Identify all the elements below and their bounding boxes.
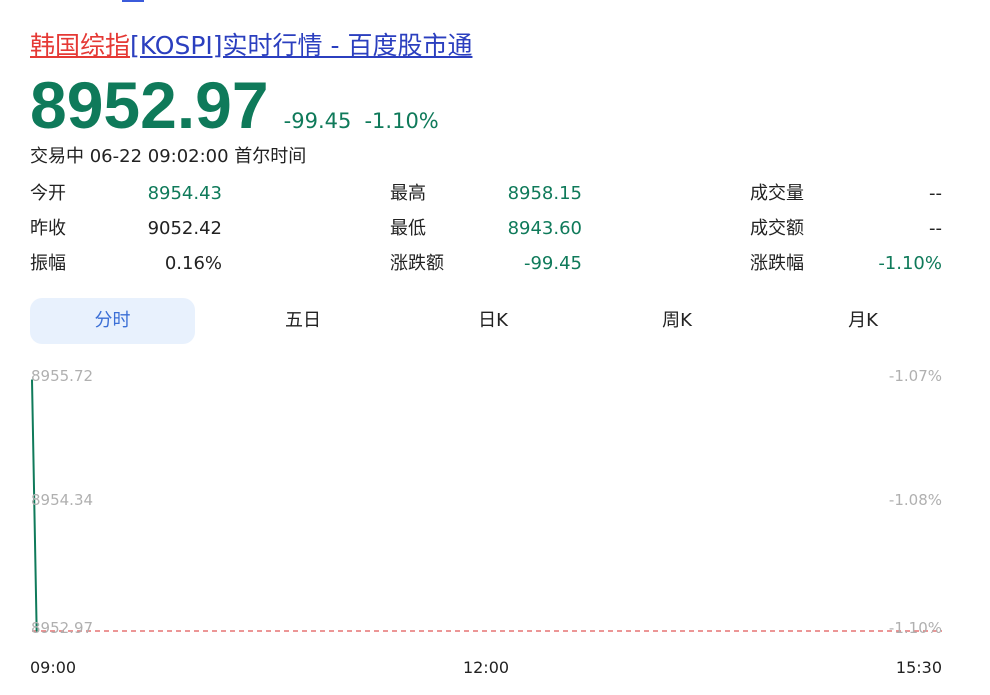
stats-grid: 今开 8954.43 最高 8958.15 成交量 -- 昨收 9052.42 … (30, 180, 942, 285)
stat-value: -1.10% (878, 253, 942, 274)
stat-label: 振幅 (30, 253, 66, 274)
stat-value: 0.16% (164, 253, 222, 274)
chart-period-tabs: 分时 五日 日K 周K 月K (30, 298, 942, 344)
y-pct-tick-label: -1.07% (889, 367, 942, 385)
stat-value: -99.45 (523, 253, 582, 274)
price-change-pct: -1.10% (364, 109, 439, 133)
y-tick-label: 8954.34 (31, 491, 93, 509)
stat-label: 成交额 (750, 218, 804, 239)
current-price: 8952.97 (30, 68, 269, 142)
tab-monthly-k[interactable]: 月K (772, 298, 954, 344)
trading-status: 交易中 06-22 09:02:00 首尔时间 (30, 146, 307, 167)
stats-row: 今开 8954.43 最高 8958.15 成交量 -- (30, 180, 942, 215)
stat-label: 成交量 (750, 183, 804, 204)
top-accent-mark (122, 0, 144, 2)
page-title[interactable]: 韩国综指[KOSPI]实时行情 - 百度股市通 (30, 28, 472, 64)
title-suffix[interactable]: [KOSPI]实时行情 - 百度股市通 (130, 31, 472, 60)
stat-label: 涨跌幅 (750, 253, 804, 274)
tab-daily-k[interactable]: 日K (402, 298, 584, 344)
intraday-chart[interactable]: 8955.72 8954.34 8952.97 -1.07% -1.08% -1… (0, 360, 990, 695)
tab-five-day[interactable]: 五日 (212, 298, 394, 344)
stat-value: -- (929, 183, 942, 204)
y-pct-tick-label: -1.10% (889, 619, 942, 637)
stats-row: 振幅 0.16% 涨跌额 -99.45 涨跌幅 -1.10% (30, 250, 942, 285)
stat-value: 8954.43 (147, 183, 222, 204)
y-pct-tick-label: -1.08% (889, 491, 942, 509)
x-tick-label: 15:30 (896, 658, 942, 677)
stat-label: 最高 (390, 183, 426, 204)
x-tick-label: 12:00 (463, 658, 509, 677)
stats-row: 昨收 9052.42 最低 8943.60 成交额 -- (30, 215, 942, 250)
stat-value: -- (929, 218, 942, 239)
tab-weekly-k[interactable]: 周K (586, 298, 768, 344)
stat-label: 最低 (390, 218, 426, 239)
stat-value: 8958.15 (507, 183, 582, 204)
y-tick-label: 8952.97 (31, 619, 93, 637)
tab-intraday[interactable]: 分时 (30, 298, 195, 344)
price-change: -99.45 (283, 109, 352, 133)
stat-label: 今开 (30, 183, 66, 204)
stat-label: 涨跌额 (390, 253, 444, 274)
stat-label: 昨收 (30, 218, 66, 239)
y-tick-label: 8955.72 (31, 367, 93, 385)
price-row: 8952.97 -99.45 -1.10% (30, 70, 439, 140)
x-tick-label: 09:00 (30, 658, 76, 677)
stat-value: 8943.60 (507, 218, 582, 239)
title-index-name[interactable]: 韩国综指 (30, 31, 130, 60)
stat-value: 9052.42 (147, 218, 222, 239)
